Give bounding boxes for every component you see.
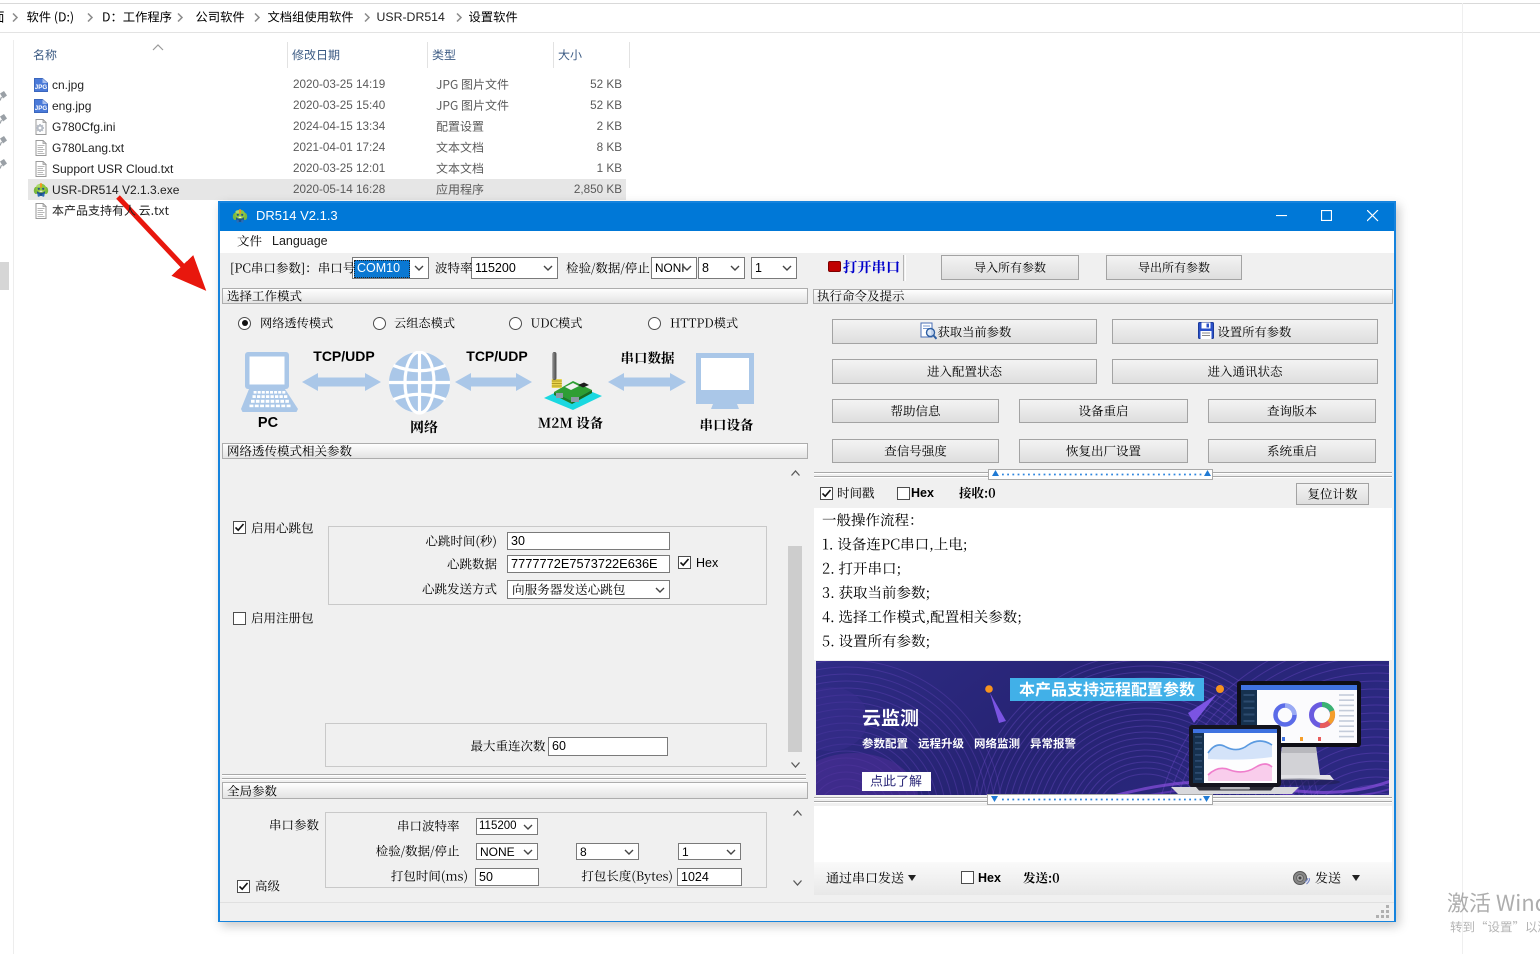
svg-text:JPG: JPG [35, 105, 48, 112]
svg-text:JPG: JPG [35, 84, 48, 91]
